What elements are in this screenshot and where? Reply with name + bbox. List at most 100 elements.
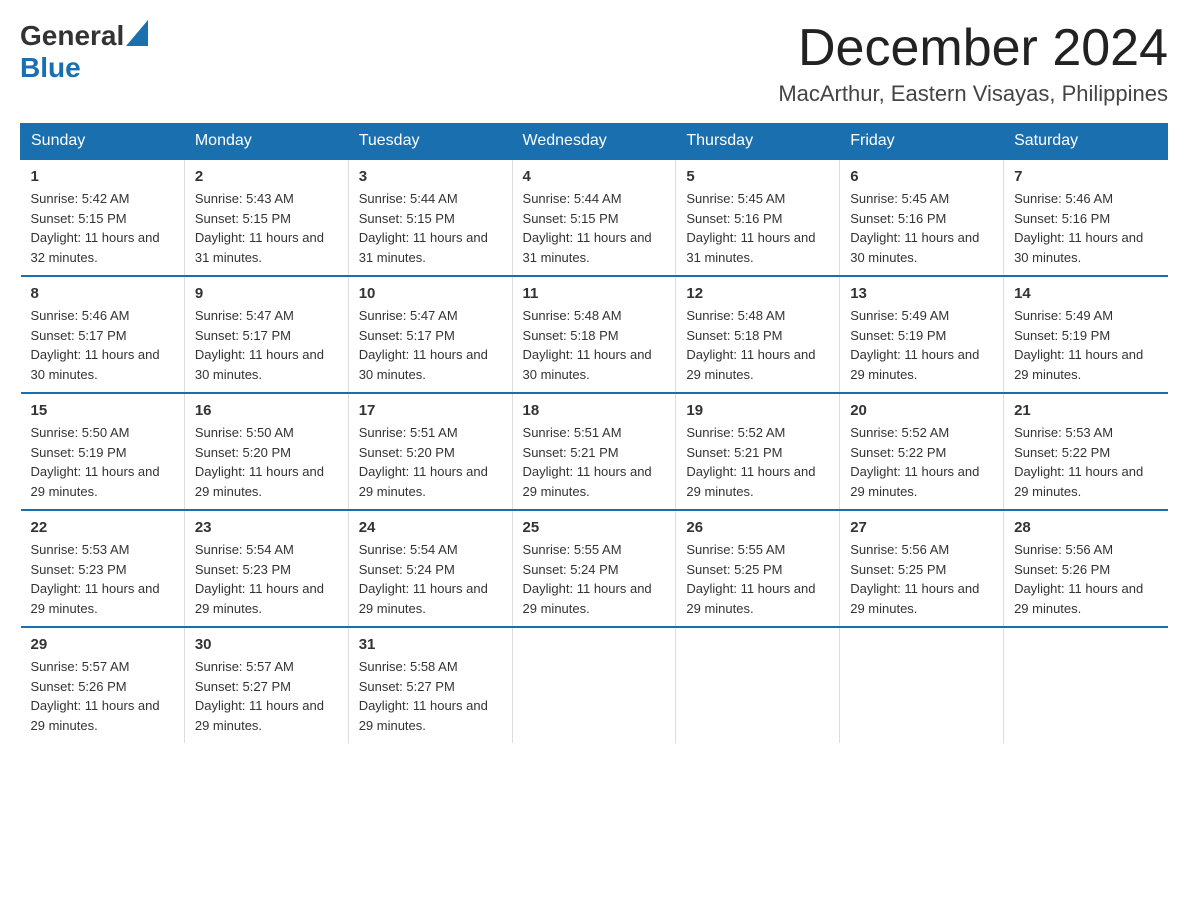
day-info: Sunrise: 5:45 AM Sunset: 5:16 PM Dayligh… xyxy=(686,189,829,267)
calendar-week-row: 8 Sunrise: 5:46 AM Sunset: 5:17 PM Dayli… xyxy=(21,276,1168,393)
day-number: 17 xyxy=(359,402,502,419)
sunrise-label: Sunrise: 5:57 AM xyxy=(195,659,294,674)
day-number: 28 xyxy=(1014,519,1157,536)
sunset-label: Sunset: 5:25 PM xyxy=(850,562,946,577)
calendar-cell: 7 Sunrise: 5:46 AM Sunset: 5:16 PM Dayli… xyxy=(1004,159,1168,276)
daylight-label: Daylight: 11 hours and 30 minutes. xyxy=(523,347,652,382)
daylight-label: Daylight: 11 hours and 30 minutes. xyxy=(359,347,488,382)
logo-triangle-icon xyxy=(126,20,148,46)
day-number: 2 xyxy=(195,168,338,185)
sunset-label: Sunset: 5:15 PM xyxy=(195,211,291,226)
day-info: Sunrise: 5:43 AM Sunset: 5:15 PM Dayligh… xyxy=(195,189,338,267)
sunset-label: Sunset: 5:25 PM xyxy=(686,562,782,577)
sunset-label: Sunset: 5:21 PM xyxy=(523,445,619,460)
day-number: 22 xyxy=(31,519,174,536)
logo: General Blue xyxy=(20,20,148,84)
daylight-label: Daylight: 11 hours and 29 minutes. xyxy=(686,347,815,382)
daylight-label: Daylight: 11 hours and 30 minutes. xyxy=(195,347,324,382)
day-number: 24 xyxy=(359,519,502,536)
day-info: Sunrise: 5:45 AM Sunset: 5:16 PM Dayligh… xyxy=(850,189,993,267)
calendar-cell: 26 Sunrise: 5:55 AM Sunset: 5:25 PM Dayl… xyxy=(676,510,840,627)
day-number: 19 xyxy=(686,402,829,419)
sunset-label: Sunset: 5:19 PM xyxy=(31,445,127,460)
daylight-label: Daylight: 11 hours and 29 minutes. xyxy=(686,464,815,499)
daylight-label: Daylight: 11 hours and 30 minutes. xyxy=(850,230,979,265)
sunset-label: Sunset: 5:23 PM xyxy=(195,562,291,577)
day-number: 23 xyxy=(195,519,338,536)
sunset-label: Sunset: 5:16 PM xyxy=(686,211,782,226)
header-tuesday: Tuesday xyxy=(348,124,512,160)
calendar-cell: 27 Sunrise: 5:56 AM Sunset: 5:25 PM Dayl… xyxy=(840,510,1004,627)
sunset-label: Sunset: 5:15 PM xyxy=(31,211,127,226)
day-number: 1 xyxy=(31,168,174,185)
sunrise-label: Sunrise: 5:48 AM xyxy=(686,308,785,323)
daylight-label: Daylight: 11 hours and 29 minutes. xyxy=(195,464,324,499)
daylight-label: Daylight: 11 hours and 29 minutes. xyxy=(1014,464,1143,499)
calendar-cell: 1 Sunrise: 5:42 AM Sunset: 5:15 PM Dayli… xyxy=(21,159,185,276)
calendar-week-row: 15 Sunrise: 5:50 AM Sunset: 5:19 PM Dayl… xyxy=(21,393,1168,510)
logo-blue-text: Blue xyxy=(20,52,81,83)
daylight-label: Daylight: 11 hours and 29 minutes. xyxy=(31,698,160,733)
sunrise-label: Sunrise: 5:56 AM xyxy=(1014,542,1113,557)
day-info: Sunrise: 5:56 AM Sunset: 5:26 PM Dayligh… xyxy=(1014,540,1157,618)
daylight-label: Daylight: 11 hours and 29 minutes. xyxy=(686,581,815,616)
day-number: 7 xyxy=(1014,168,1157,185)
day-info: Sunrise: 5:49 AM Sunset: 5:19 PM Dayligh… xyxy=(1014,306,1157,384)
calendar-week-row: 1 Sunrise: 5:42 AM Sunset: 5:15 PM Dayli… xyxy=(21,159,1168,276)
day-info: Sunrise: 5:52 AM Sunset: 5:21 PM Dayligh… xyxy=(686,423,829,501)
sunrise-label: Sunrise: 5:47 AM xyxy=(195,308,294,323)
sunset-label: Sunset: 5:16 PM xyxy=(850,211,946,226)
day-info: Sunrise: 5:57 AM Sunset: 5:27 PM Dayligh… xyxy=(195,657,338,735)
sunset-label: Sunset: 5:24 PM xyxy=(523,562,619,577)
calendar-cell: 2 Sunrise: 5:43 AM Sunset: 5:15 PM Dayli… xyxy=(184,159,348,276)
day-info: Sunrise: 5:54 AM Sunset: 5:24 PM Dayligh… xyxy=(359,540,502,618)
daylight-label: Daylight: 11 hours and 29 minutes. xyxy=(195,698,324,733)
calendar-week-row: 29 Sunrise: 5:57 AM Sunset: 5:26 PM Dayl… xyxy=(21,627,1168,743)
calendar-cell xyxy=(840,627,1004,743)
daylight-label: Daylight: 11 hours and 29 minutes. xyxy=(523,464,652,499)
day-number: 21 xyxy=(1014,402,1157,419)
calendar-week-row: 22 Sunrise: 5:53 AM Sunset: 5:23 PM Dayl… xyxy=(21,510,1168,627)
daylight-label: Daylight: 11 hours and 29 minutes. xyxy=(359,698,488,733)
sunrise-label: Sunrise: 5:44 AM xyxy=(359,191,458,206)
sunset-label: Sunset: 5:26 PM xyxy=(31,679,127,694)
calendar-cell: 3 Sunrise: 5:44 AM Sunset: 5:15 PM Dayli… xyxy=(348,159,512,276)
sunrise-label: Sunrise: 5:56 AM xyxy=(850,542,949,557)
daylight-label: Daylight: 11 hours and 29 minutes. xyxy=(1014,581,1143,616)
sunset-label: Sunset: 5:23 PM xyxy=(31,562,127,577)
page-header: General Blue December 2024 MacArthur, Ea… xyxy=(20,20,1168,107)
sunrise-label: Sunrise: 5:47 AM xyxy=(359,308,458,323)
day-info: Sunrise: 5:54 AM Sunset: 5:23 PM Dayligh… xyxy=(195,540,338,618)
day-number: 13 xyxy=(850,285,993,302)
day-info: Sunrise: 5:56 AM Sunset: 5:25 PM Dayligh… xyxy=(850,540,993,618)
day-info: Sunrise: 5:50 AM Sunset: 5:20 PM Dayligh… xyxy=(195,423,338,501)
calendar-cell: 8 Sunrise: 5:46 AM Sunset: 5:17 PM Dayli… xyxy=(21,276,185,393)
sunrise-label: Sunrise: 5:54 AM xyxy=(195,542,294,557)
day-number: 5 xyxy=(686,168,829,185)
sunrise-label: Sunrise: 5:50 AM xyxy=(31,425,130,440)
day-number: 10 xyxy=(359,285,502,302)
sunrise-label: Sunrise: 5:54 AM xyxy=(359,542,458,557)
daylight-label: Daylight: 11 hours and 31 minutes. xyxy=(686,230,815,265)
calendar-cell: 6 Sunrise: 5:45 AM Sunset: 5:16 PM Dayli… xyxy=(840,159,1004,276)
calendar-cell: 5 Sunrise: 5:45 AM Sunset: 5:16 PM Dayli… xyxy=(676,159,840,276)
sunset-label: Sunset: 5:19 PM xyxy=(1014,328,1110,343)
day-info: Sunrise: 5:52 AM Sunset: 5:22 PM Dayligh… xyxy=(850,423,993,501)
header-sunday: Sunday xyxy=(21,124,185,160)
daylight-label: Daylight: 11 hours and 30 minutes. xyxy=(1014,230,1143,265)
calendar-cell: 31 Sunrise: 5:58 AM Sunset: 5:27 PM Dayl… xyxy=(348,627,512,743)
day-number: 26 xyxy=(686,519,829,536)
month-title: December 2024 xyxy=(778,20,1168,77)
calendar-cell: 13 Sunrise: 5:49 AM Sunset: 5:19 PM Dayl… xyxy=(840,276,1004,393)
sunset-label: Sunset: 5:17 PM xyxy=(195,328,291,343)
day-info: Sunrise: 5:50 AM Sunset: 5:19 PM Dayligh… xyxy=(31,423,174,501)
logo-general-text: General xyxy=(20,20,124,52)
day-number: 20 xyxy=(850,402,993,419)
day-number: 25 xyxy=(523,519,666,536)
day-number: 27 xyxy=(850,519,993,536)
daylight-label: Daylight: 11 hours and 29 minutes. xyxy=(359,464,488,499)
day-info: Sunrise: 5:58 AM Sunset: 5:27 PM Dayligh… xyxy=(359,657,502,735)
day-info: Sunrise: 5:51 AM Sunset: 5:21 PM Dayligh… xyxy=(523,423,666,501)
sunrise-label: Sunrise: 5:51 AM xyxy=(523,425,622,440)
daylight-label: Daylight: 11 hours and 30 minutes. xyxy=(31,347,160,382)
